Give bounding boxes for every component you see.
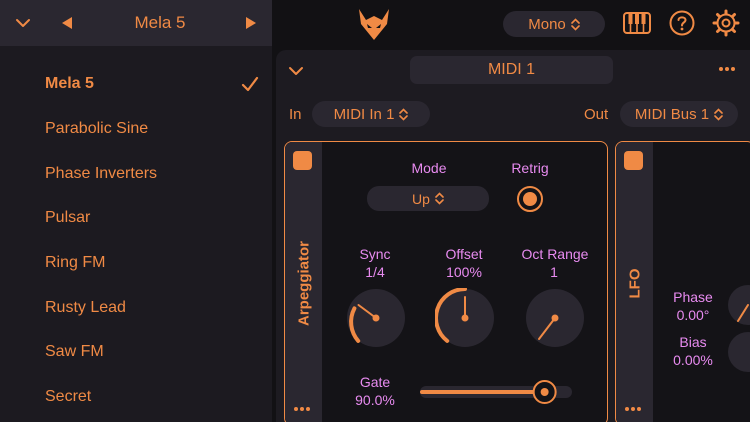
lfo-enable-toggle[interactable]: [624, 151, 643, 170]
more-options-icon[interactable]: [293, 406, 311, 412]
phase-value: 0.00°: [676, 307, 710, 323]
lfo-module: LFO Phase 0.00° Bias 0.00%: [615, 141, 750, 422]
gate-value: 90.0%: [355, 392, 395, 408]
preset-label: Pulsar: [45, 209, 91, 226]
midi-panel-title[interactable]: MIDI 1: [410, 56, 613, 84]
arpeggiator-enable-toggle[interactable]: [293, 151, 312, 170]
offset-label: Offset: [445, 246, 483, 262]
up-down-chevron-icon: [714, 107, 723, 121]
oct-range-knob[interactable]: [525, 288, 585, 348]
offset-knob[interactable]: [435, 288, 495, 348]
more-options-icon[interactable]: [624, 406, 642, 412]
preset-label: Parabolic Sine: [45, 120, 149, 137]
help-circle-icon[interactable]: [668, 9, 696, 37]
gate-slider-fill: [420, 390, 545, 394]
bias-label: Bias: [679, 334, 707, 350]
preset-label: Phase Inverters: [45, 165, 158, 182]
preset-sidebar: Mela 5 Parabolic Sine Phase Inverters Pu…: [0, 0, 272, 422]
piano-keyboard-icon[interactable]: [622, 9, 652, 37]
top-bar: Mono: [272, 0, 750, 46]
sync-knob[interactable]: [346, 288, 406, 348]
mode-label: Mode: [411, 160, 447, 176]
triangle-left-icon: [62, 17, 72, 29]
preset-item[interactable]: Phase Inverters: [0, 154, 272, 194]
triangle-right-icon: [246, 17, 256, 29]
preset-item[interactable]: Saw FM: [0, 332, 272, 372]
up-down-chevron-icon: [399, 107, 409, 121]
midi-in-select[interactable]: MIDI In 1: [312, 101, 430, 127]
preset-label: Ring FM: [45, 254, 106, 271]
preset-item[interactable]: Ring FM: [0, 243, 272, 283]
preset-item[interactable]: Secret: [0, 377, 272, 417]
preset-label: Saw FM: [45, 343, 104, 360]
preset-item[interactable]: Pulsar: [0, 198, 272, 238]
gate-slider[interactable]: [418, 378, 574, 406]
preset-header: Mela 5: [0, 0, 272, 46]
oct-range-value: 1: [550, 264, 558, 280]
mode-select[interactable]: Up: [367, 186, 489, 211]
retrig-label: Retrig: [511, 160, 549, 176]
midi-out-select[interactable]: MIDI Bus 1: [620, 101, 738, 127]
preset-label: Secret: [45, 388, 92, 405]
arpeggiator-module: Arpeggiator Mode Up Retrig Sync 1/4 Offs…: [284, 141, 608, 422]
checkmark-icon: [241, 76, 259, 92]
chevron-down-icon[interactable]: [288, 64, 304, 78]
more-options-icon[interactable]: [718, 66, 736, 72]
preset-item[interactable]: Rusty Lead: [0, 288, 272, 328]
previous-preset-button[interactable]: [54, 0, 80, 46]
bias-knob[interactable]: [726, 332, 750, 372]
up-down-chevron-icon: [570, 17, 580, 31]
phase-knob[interactable]: [726, 285, 750, 325]
oct-range-label: Oct Range: [521, 246, 589, 262]
next-preset-button[interactable]: [238, 0, 264, 46]
midi-out-value: MIDI Bus 1: [634, 105, 710, 123]
chevron-down-icon: [16, 19, 30, 27]
gate-label: Gate: [359, 374, 391, 390]
gear-icon[interactable]: [712, 9, 740, 37]
offset-value: 100%: [446, 264, 482, 280]
preset-label: Mela 5: [45, 75, 94, 92]
preset-item[interactable]: Parabolic Sine: [0, 109, 272, 149]
midi-in-value: MIDI In 1: [333, 105, 395, 123]
fox-logo-icon: [359, 9, 389, 40]
gate-slider-thumb-dot: [540, 388, 549, 396]
arpeggiator-side-bar: Arpeggiator: [285, 142, 322, 422]
up-down-chevron-icon: [435, 192, 444, 205]
lfo-title: LFO: [626, 268, 644, 299]
retrig-toggle[interactable]: [516, 185, 544, 213]
voice-mode-value: Mono: [528, 15, 566, 33]
preset-item[interactable]: Mela 5: [0, 64, 272, 104]
midi-out-label: Out: [584, 106, 609, 123]
mode-value: Up: [412, 190, 430, 207]
sync-value: 1/4: [365, 264, 385, 280]
arpeggiator-title: Arpeggiator: [295, 241, 313, 327]
collapse-presets-button[interactable]: [8, 0, 38, 46]
preset-label: Rusty Lead: [45, 299, 126, 316]
sync-label: Sync: [359, 246, 391, 262]
lfo-side-bar: LFO: [616, 142, 653, 422]
preset-title[interactable]: Mela 5: [90, 0, 230, 46]
voice-mode-select[interactable]: Mono: [503, 11, 605, 37]
bias-value: 0.00%: [673, 352, 713, 368]
midi-in-label: In: [289, 106, 302, 123]
phase-label: Phase: [673, 289, 713, 305]
